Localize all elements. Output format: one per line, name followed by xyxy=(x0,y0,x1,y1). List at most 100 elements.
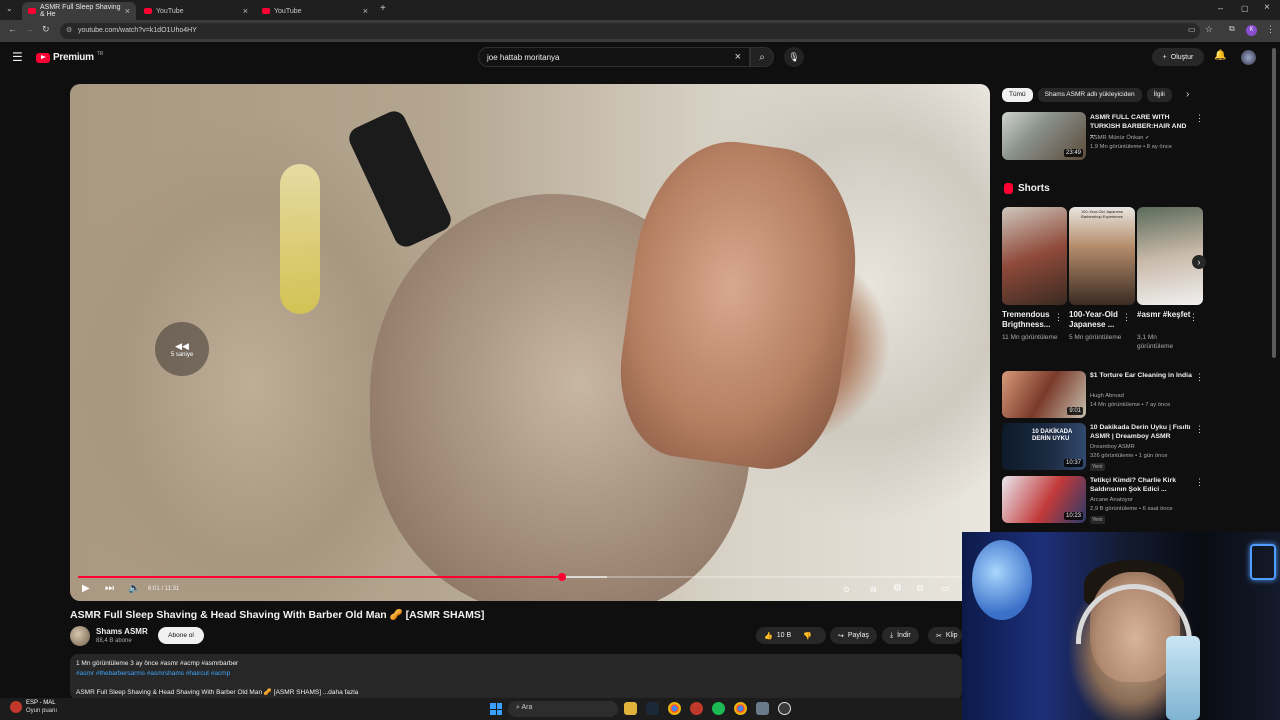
video-thumbnail[interactable]: 23:49 xyxy=(1002,112,1086,160)
more-options-icon[interactable]: ⋮ xyxy=(1195,372,1204,383)
more-options-icon[interactable]: ⋮ xyxy=(1122,312,1131,323)
autoplay-toggle-icon[interactable]: ⊙ xyxy=(843,585,850,594)
search-button[interactable]: ⌕ xyxy=(750,47,774,67)
tab-list-chevron-icon[interactable]: ⌄ xyxy=(6,4,13,13)
scrubber-handle[interactable] xyxy=(557,573,566,581)
chip-related[interactable]: İlgili xyxy=(1146,88,1172,102)
tab-active[interactable]: ASMR Full Sleep Shaving & He × xyxy=(22,2,136,20)
close-window-icon[interactable]: × xyxy=(1264,2,1270,13)
chrome-icon[interactable] xyxy=(668,702,681,715)
theater-mode-icon[interactable]: ▭ xyxy=(941,583,950,594)
chip-from-uploader[interactable]: Shams ASMR adlı yükleyiciden xyxy=(1037,88,1142,102)
shorts-next-icon[interactable]: › xyxy=(1192,255,1206,269)
video-thumbnail[interactable]: 10 DAKİKADA DERİN UYKU 10:37 xyxy=(1002,423,1086,470)
back-icon[interactable]: ← xyxy=(8,24,17,34)
short-thumbnail[interactable] xyxy=(1137,207,1203,305)
like-icon[interactable]: 👍 xyxy=(764,632,773,640)
widget-text[interactable]: ESP - MAL Oyun puanı xyxy=(26,699,57,715)
hamburger-menu-icon[interactable]: ☰ xyxy=(12,50,23,64)
spotify-icon[interactable] xyxy=(712,702,725,715)
shorts-header: Shorts xyxy=(1004,183,1050,194)
profile-avatar-icon[interactable]: K xyxy=(1246,25,1257,36)
minimize-icon[interactable]: – xyxy=(1218,3,1223,13)
video-thumbnail[interactable]: 10:23 xyxy=(1002,476,1086,523)
forward-icon[interactable]: → xyxy=(25,24,34,34)
tab-youtube-2[interactable]: YouTube × xyxy=(256,2,374,20)
page-scrollbar[interactable] xyxy=(1272,48,1276,358)
short-title[interactable]: #asmr #keşfet xyxy=(1137,310,1193,320)
short-title[interactable]: Tremendous Brigthness... xyxy=(1002,310,1058,330)
volume-icon[interactable]: 🔈 xyxy=(128,583,140,594)
subtitles-icon[interactable]: ⊟ xyxy=(870,585,877,594)
video-title[interactable]: 10 Dakikada Derin Uyku | Fısıltı ASMR | … xyxy=(1090,424,1196,441)
logo-country: TR xyxy=(96,50,104,57)
file-explorer-icon[interactable] xyxy=(624,702,637,715)
share-button[interactable]: ↪ Paylaş xyxy=(830,627,877,644)
settings-app-icon[interactable] xyxy=(756,702,769,715)
more-options-icon[interactable]: ⋮ xyxy=(1189,312,1198,323)
dislike-icon[interactable]: 👎 xyxy=(803,632,812,640)
extensions-icon[interactable]: ⧉ xyxy=(1229,24,1235,34)
cast-icon[interactable]: ▭ xyxy=(1188,25,1196,34)
short-thumbnail[interactable]: 100-Year-Old Japanese Barbershop Experie… xyxy=(1069,207,1135,305)
more-options-icon[interactable]: ⋮ xyxy=(1054,312,1063,323)
more-options-icon[interactable]: ⋮ xyxy=(1195,424,1204,435)
chip-all[interactable]: Tümü xyxy=(1002,88,1033,102)
youtube-header: ☰ Premium TR joe hattab moritanya × ⌕ 🎙 … xyxy=(0,42,1280,72)
short-title[interactable]: 100-Year-Old Japanese ... xyxy=(1069,310,1125,330)
youtube-premium-logo[interactable]: Premium TR xyxy=(36,50,104,63)
search-input[interactable]: joe hattab moritanya × xyxy=(478,47,750,67)
description-meta: 1 Mn görüntüleme 3 ay önce #asmr #acmp #… xyxy=(76,660,239,667)
clip-label: Klip xyxy=(945,632,958,639)
video-thumbnail[interactable]: 9:01 xyxy=(1002,371,1086,418)
channel-name[interactable]: Shams ASMR xyxy=(96,627,148,636)
tab-close-icon[interactable]: × xyxy=(363,6,368,16)
more-options-icon[interactable]: ⋮ xyxy=(1195,113,1204,124)
description-hashtags[interactable]: #asmr #thebarbersarms #asmrshams #haircu… xyxy=(76,669,956,679)
settings-gear-icon[interactable]: ⚙ xyxy=(893,583,902,594)
bookmark-star-icon[interactable]: ☆ xyxy=(1205,24,1213,35)
widget-line2: Oyun puanı xyxy=(26,708,58,714)
maximize-icon[interactable]: ▢ xyxy=(1241,4,1249,13)
video-title[interactable]: Tetikçi Kimdi? Charlie Kirk Saldırısının… xyxy=(1090,477,1196,494)
new-tab-icon[interactable]: + xyxy=(380,3,386,14)
create-button[interactable]: + Oluştur xyxy=(1152,48,1204,66)
seek-label: 5 saniye xyxy=(170,351,194,358)
like-count[interactable]: 10 B xyxy=(777,632,791,639)
tab-youtube-1[interactable]: YouTube × xyxy=(138,2,254,20)
channel-avatar[interactable] xyxy=(70,626,90,646)
start-windows-icon[interactable] xyxy=(490,703,502,715)
sports-widget-icon[interactable] xyxy=(10,701,22,713)
chips-next-icon[interactable]: › xyxy=(1186,89,1189,100)
download-button[interactable]: ⤓ İndir xyxy=(882,627,919,644)
reload-icon[interactable]: ↻ xyxy=(42,24,50,35)
thumbnail-text: 10 DAKİKADA DERİN UYKU xyxy=(1032,429,1073,442)
clip-button[interactable]: ✂ Klip xyxy=(928,627,962,644)
short-thumbnail[interactable] xyxy=(1002,207,1067,305)
opera-icon[interactable] xyxy=(690,702,703,715)
play-icon[interactable]: ▶ xyxy=(82,583,90,594)
notifications-bell-icon[interactable]: 🔔 xyxy=(1214,50,1226,61)
next-icon[interactable]: ⏭ xyxy=(105,583,114,594)
voice-search-button[interactable]: 🎙 xyxy=(784,47,804,67)
youtube-favicon-icon xyxy=(262,8,270,14)
tab-close-icon[interactable]: × xyxy=(125,6,130,16)
video-duration: 10:23 xyxy=(1063,512,1083,520)
clear-search-icon[interactable]: × xyxy=(735,51,741,63)
chrome-profile-icon[interactable] xyxy=(734,702,747,715)
account-avatar[interactable] xyxy=(1241,50,1256,65)
site-info-icon[interactable]: ⚙ xyxy=(66,26,72,34)
tab-close-icon[interactable]: × xyxy=(243,6,248,16)
description-box[interactable]: 1 Mn görüntüleme 3 ay önce #asmr #acmp #… xyxy=(70,654,962,700)
taskbar-search[interactable]: ⌕ Ara xyxy=(508,701,618,717)
browser-menu-icon[interactable]: ⋮ xyxy=(1266,24,1275,35)
more-options-icon[interactable]: ⋮ xyxy=(1195,477,1204,488)
video-title[interactable]: $1 Torture Ear Cleaning in India xyxy=(1090,372,1196,381)
buffered-bar xyxy=(561,576,607,578)
miniplayer-icon[interactable]: ⧉ xyxy=(917,583,923,594)
url-field[interactable]: ⚙ youtube.com/watch?v=k1dO1Uho4HY xyxy=(60,23,1200,39)
subscribe-button[interactable]: Abone ol xyxy=(158,627,204,644)
obs-icon[interactable] xyxy=(778,702,791,715)
progress-bar[interactable] xyxy=(78,573,982,581)
steam-icon[interactable] xyxy=(646,702,659,715)
